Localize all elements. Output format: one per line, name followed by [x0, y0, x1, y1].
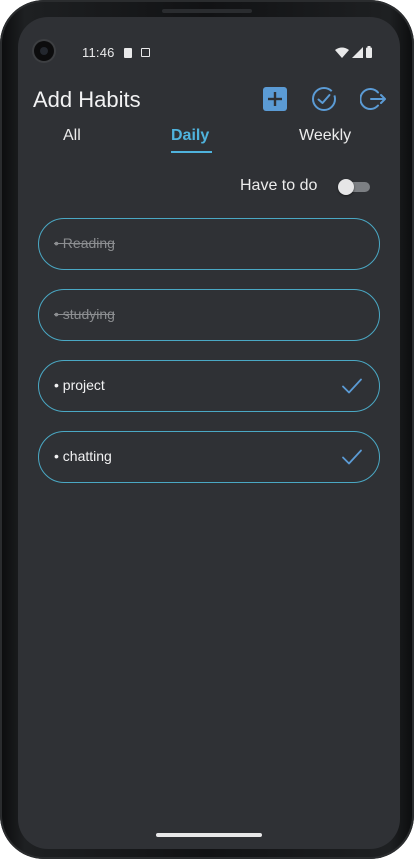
front-camera	[34, 41, 54, 61]
habit-label: • studying	[54, 306, 115, 322]
active-tab-indicator	[171, 151, 212, 153]
habit-label: • chatting	[54, 448, 112, 464]
status-time: 11:46	[82, 45, 115, 60]
habit-item-studying[interactable]: • studying	[38, 289, 380, 341]
logout-icon	[360, 88, 386, 110]
have-to-do-label: Have to do	[240, 177, 318, 194]
status-indicators	[335, 46, 372, 58]
have-to-do-toggle[interactable]	[338, 179, 370, 195]
toggle-knob	[338, 179, 354, 195]
mark-done-check-icon[interactable]	[341, 376, 363, 396]
add-habit-button[interactable]	[261, 85, 289, 113]
habit-label: • Reading	[54, 235, 115, 251]
phone-frame: 11:46 Add Habits All Daily Weekly Have t…	[0, 0, 414, 859]
have-to-do-filter: Have to do	[18, 175, 400, 199]
app-screen: 11:46 Add Habits All Daily Weekly Have t…	[18, 17, 400, 849]
habit-list: • Reading • studying • project • chattin…	[38, 218, 380, 502]
mark-done-check-icon[interactable]	[341, 447, 363, 467]
home-indicator[interactable]	[156, 833, 262, 837]
wifi-icon	[335, 47, 349, 58]
battery-icon	[366, 46, 372, 58]
screenshot-icon	[141, 48, 150, 57]
period-tabs: All Daily Weekly	[18, 127, 400, 157]
sim-card-icon	[124, 48, 132, 58]
habit-label: • project	[54, 377, 105, 393]
tab-all[interactable]: All	[63, 127, 81, 145]
tab-daily[interactable]: Daily	[171, 127, 209, 145]
logout-button[interactable]	[360, 85, 388, 113]
tab-weekly[interactable]: Weekly	[299, 127, 351, 145]
page-title: Add Habits	[33, 87, 141, 112]
completed-habits-button[interactable]	[310, 85, 338, 113]
speaker-slot	[162, 9, 252, 13]
add-habit-icon	[263, 87, 287, 111]
habit-item-chatting[interactable]: • chatting	[38, 431, 380, 483]
check-circle-icon	[312, 87, 336, 111]
cell-signal-icon	[352, 46, 363, 58]
habit-item-reading[interactable]: • Reading	[38, 218, 380, 270]
habit-item-project[interactable]: • project	[38, 360, 380, 412]
